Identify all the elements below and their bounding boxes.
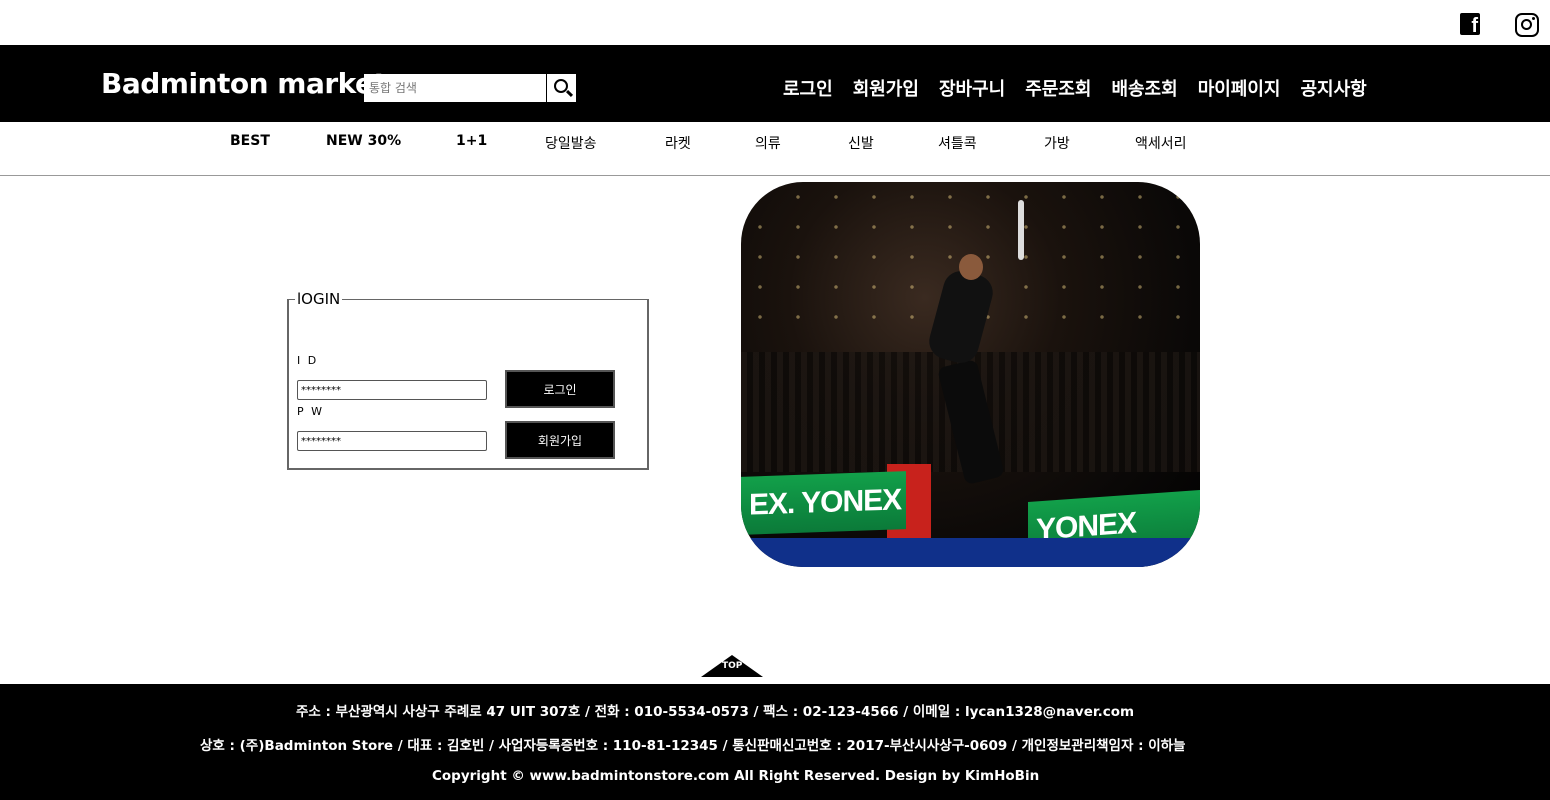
nav-login[interactable]: 로그인 — [783, 75, 833, 101]
category-shuttlecock[interactable]: 셔틀콕 — [938, 133, 977, 153]
facebook-glyph: f — [1471, 15, 1478, 37]
nav-mypage[interactable]: 마이페이지 — [1198, 75, 1281, 101]
signup-button[interactable]: 회원가입 — [505, 421, 615, 459]
search-button[interactable] — [546, 74, 576, 102]
player-head — [959, 254, 983, 280]
category-one-plus-one[interactable]: 1+1 — [456, 133, 487, 149]
login-legend: lOGIN — [297, 290, 341, 308]
social-bar: f — [0, 0, 1550, 45]
header-bar: Badminton market 로그인 회원가입 장바구니 주문조회 배송조회… — [0, 45, 1550, 122]
search-box — [364, 74, 576, 102]
scroll-top-label: TOP — [722, 661, 743, 671]
court-floor — [741, 538, 1200, 567]
login-form: lOGIN I D P W 로그인 회원가입 — [287, 290, 649, 470]
category-bar: BEST NEW 30% 1+1 당일발송 라켓 의류 신발 셔틀콕 가방 액세… — [0, 122, 1550, 176]
category-accessory[interactable]: 액세서리 — [1135, 133, 1187, 153]
facebook-icon[interactable]: f — [1460, 13, 1480, 37]
hero-image: EX. YONEX YONEX — [741, 182, 1200, 567]
search-icon-handle — [565, 89, 574, 98]
nav-delivery-lookup[interactable]: 배송조회 — [1111, 75, 1177, 101]
login-button[interactable]: 로그인 — [505, 370, 615, 408]
id-label: I D — [297, 354, 319, 367]
instagram-lens — [1521, 19, 1532, 30]
pw-label: P W — [297, 405, 325, 418]
nav-notice[interactable]: 공지사항 — [1301, 75, 1367, 101]
id-input[interactable] — [297, 380, 487, 400]
footer: 주소 : 부산광역시 사상구 주례로 47 UIT 307호 / 전화 : 01… — [0, 684, 1550, 800]
category-best[interactable]: BEST — [230, 133, 270, 149]
category-clothing[interactable]: 의류 — [755, 133, 781, 153]
footer-copyright: Copyright © www.badmintonstore.com All R… — [432, 768, 1040, 784]
nav-cart[interactable]: 장바구니 — [939, 75, 1005, 101]
category-same-day[interactable]: 당일발송 — [545, 133, 597, 153]
category-racket[interactable]: 라켓 — [665, 133, 691, 153]
instagram-icon[interactable] — [1515, 13, 1539, 37]
search-input[interactable] — [364, 74, 546, 102]
site-logo[interactable]: Badminton market — [101, 67, 387, 100]
category-new[interactable]: NEW 30% — [326, 133, 401, 149]
nav-order-lookup[interactable]: 주문조회 — [1025, 75, 1091, 101]
footer-address: 주소 : 부산광역시 사상구 주례로 47 UIT 307호 / 전화 : 01… — [296, 704, 1135, 720]
scroll-top-button[interactable]: TOP — [701, 655, 763, 677]
ad-board-left: EX. YONEX — [741, 471, 906, 535]
instagram-dot — [1532, 17, 1535, 20]
racket — [1018, 200, 1024, 260]
category-shoes[interactable]: 신발 — [848, 133, 874, 153]
pw-input[interactable] — [297, 431, 487, 451]
footer-company: 상호 : (주)Badminton Store / 대표 : 김호빈 / 사업자… — [200, 738, 1186, 754]
top-nav: 로그인 회원가입 장바구니 주문조회 배송조회 마이페이지 공지사항 — [783, 75, 1367, 101]
category-bag[interactable]: 가방 — [1044, 133, 1070, 153]
nav-signup[interactable]: 회원가입 — [853, 75, 919, 101]
